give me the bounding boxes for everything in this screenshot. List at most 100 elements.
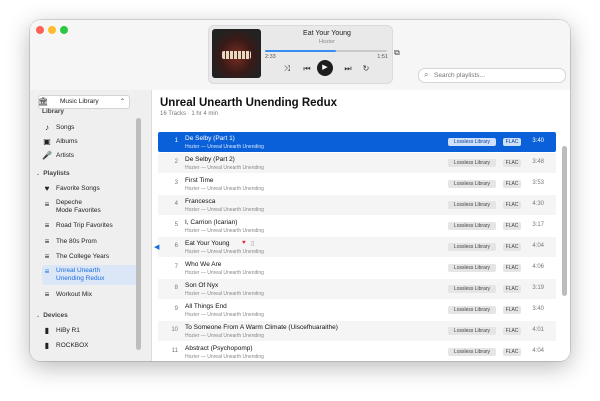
sidebar-item-label: Depeche Mode Favorites <box>56 199 101 214</box>
sidebar-item-college-years[interactable]: ≡ The College Years <box>42 250 138 264</box>
track-artist-album: Hozier — Unreal Unearth Unending <box>185 228 264 234</box>
track-number: 10 <box>171 327 178 333</box>
playlist-view: Unreal Unearth Unending Redux 16 Tracks … <box>152 90 570 361</box>
library-badge: Lossless Library <box>448 285 496 293</box>
search-input[interactable] <box>434 69 559 82</box>
playlists-header[interactable]: ⌄ Playlists <box>36 170 70 177</box>
track-duration: 3:17 <box>532 222 544 228</box>
next-icon[interactable]: ⏭ <box>343 64 353 74</box>
sidebar-item-workout-mix[interactable]: ≡ Workout Mix <box>42 288 138 302</box>
previous-icon[interactable]: ⏮ <box>302 64 312 74</box>
track-title: I, Carrion (Icarian) <box>185 219 238 226</box>
track-artist-album: Hozier — Unreal Unearth Unending <box>185 354 264 360</box>
now-playing-artist: Hozier <box>319 39 335 45</box>
sidebar-item-label: Unreal Unearth Unending Redux <box>56 267 105 282</box>
track-number: 11 <box>171 348 178 354</box>
chevron-down-icon: ⌄ <box>36 171 41 177</box>
library-badge: Lossless Library <box>448 243 496 251</box>
heart-icon: ♥ <box>44 184 50 193</box>
devices-header-label: Devices <box>43 312 68 319</box>
table-row[interactable]: 10 To Someone From A Warm Climate (Uiscef… <box>158 321 556 341</box>
sidebar-item-unreal-unearth[interactable]: ≡ Unreal Unearth Unending Redux <box>42 265 138 285</box>
sidebar-item-road-trip[interactable]: ≡ Road Trip Favorites <box>42 219 138 233</box>
close-button[interactable] <box>36 26 44 34</box>
table-row[interactable]: 4 Francesca Hozier — Unreal Unearth Unendi… <box>158 195 556 215</box>
favorite-heart-icon[interactable]: ♥ <box>242 240 246 246</box>
track-duration: 4:30 <box>532 201 544 207</box>
search-field[interactable]: ⌕ <box>418 68 566 83</box>
library-badge: Lossless Library <box>448 222 496 230</box>
playlists-header-label: Playlists <box>43 170 70 177</box>
track-duration: 3:48 <box>532 159 544 165</box>
table-row[interactable]: 3 First Time Hozier — Unreal Unearth Unend… <box>158 174 556 194</box>
library-selector[interactable]: 🏛 Music Library ⌃ <box>38 95 130 109</box>
track-artist-album: Hozier — Unreal Unearth Unending <box>185 312 264 318</box>
sidebar-item-label: Road Trip Favorites <box>56 222 113 229</box>
track-number: 6 <box>174 243 178 249</box>
toolbar: Eat Your Young Hozier 2:33 1:51 ⤨ ⏮ ▶ ⏭ … <box>30 20 570 90</box>
track-number: 3 <box>174 180 178 186</box>
lyrics-icon: ▯ <box>251 241 255 247</box>
sidebar-item-rockbox[interactable]: ▮ ROCKBOX <box>42 339 138 353</box>
table-row[interactable]: 2 De Selby (Part 2) Hozier — Unreal Uneart… <box>158 153 556 173</box>
table-row[interactable]: 7 Who We Are Hozier — Unreal Unearth Unend… <box>158 258 556 278</box>
track-number: 2 <box>174 159 178 165</box>
sidebar-item-label: Workout Mix <box>56 291 92 298</box>
table-row[interactable]: ◀ 6 Eat Your Young Hozier — Unreal Unearth … <box>154 237 556 257</box>
minimize-button[interactable] <box>48 26 56 34</box>
table-row[interactable]: 8 Son Of Nyx Hozier — Unreal Unearth Unend… <box>158 279 556 299</box>
sidebar-item-80s-prom[interactable]: ≡ The 80s Prom <box>42 235 138 249</box>
chevron-down-icon: ⌄ <box>36 313 41 319</box>
table-row[interactable]: 11 Abstract (Psychopomp) Hozier — Unreal U… <box>158 342 556 361</box>
track-number: 9 <box>174 306 178 312</box>
library-badge: Lossless Library <box>448 327 496 335</box>
album-art <box>212 29 261 78</box>
format-badge: FLAC <box>503 243 521 251</box>
sidebar-item-label: ROCKBOX <box>56 342 89 349</box>
track-title: First Time <box>185 177 214 184</box>
track-title: Eat Your Young <box>185 240 230 247</box>
sidebar-item-songs[interactable]: ♪ Songs <box>42 121 138 135</box>
playlist-icon: ≡ <box>44 200 50 209</box>
track-artist-album: Hozier — Unreal Unearth Unending <box>185 165 264 171</box>
track-list-scrollbar[interactable] <box>562 146 567 296</box>
sidebar-item-albums[interactable]: ▣ Albums <box>42 135 138 149</box>
track-number: 5 <box>174 222 178 228</box>
track-artist-album: Hozier — Unreal Unearth Unending <box>185 144 264 150</box>
track-artist-album: Hozier — Unreal Unearth Unending <box>185 249 264 255</box>
music-app-window: Eat Your Young Hozier 2:33 1:51 ⤨ ⏮ ▶ ⏭ … <box>30 20 570 361</box>
progress-bar[interactable] <box>265 50 387 52</box>
sidebar-item-favorite-songs[interactable]: ♥ Favorite Songs <box>42 182 138 196</box>
format-badge: FLAC <box>503 222 521 230</box>
sidebar-scrollbar[interactable] <box>136 118 141 350</box>
table-row[interactable]: 5 I, Carrion (Icarian) Hozier — Unreal Une… <box>158 216 556 236</box>
table-row[interactable]: 1 De Selby (Part 1) Hozier — Unreal Uneart… <box>158 132 556 152</box>
play-icon[interactable]: ▶ <box>317 60 333 76</box>
track-duration: 4:01 <box>532 327 544 333</box>
format-badge: FLAC <box>503 180 521 188</box>
sidebar-item-depeche-mode[interactable]: ≡ Depeche Mode Favorites <box>42 198 138 216</box>
shuffle-icon[interactable]: ⤨ <box>282 64 292 74</box>
playlist-meta: 16 Tracks · 1 hr 4 min <box>160 111 219 117</box>
playlist-icon: ≡ <box>44 267 50 276</box>
track-title: Francesca <box>185 198 216 205</box>
page-title: Unreal Unearth Unending Redux <box>160 97 337 109</box>
track-title: De Selby (Part 2) <box>185 156 235 163</box>
airplay-icon[interactable]: ⧉ <box>394 48 404 58</box>
sidebar-item-artists[interactable]: 🎤 Artists <box>42 149 138 163</box>
library-selector-label: Music Library <box>60 98 99 105</box>
track-duration: 3:19 <box>532 285 544 291</box>
format-badge: FLAC <box>503 285 521 293</box>
track-number: 4 <box>174 201 178 207</box>
devices-header[interactable]: ⌄ Devices <box>36 312 68 319</box>
sidebar-item-hiby[interactable]: ▮ HiBy R1 <box>42 324 138 338</box>
repeat-icon[interactable]: ↻ <box>361 64 371 74</box>
table-row[interactable]: 9 All Things End Hozier — Unreal Unearth U… <box>158 300 556 320</box>
library-header: Library <box>42 108 65 115</box>
zoom-button[interactable] <box>60 26 68 34</box>
track-title: De Selby (Part 1) <box>185 135 235 142</box>
track-title: All Things End <box>185 303 227 310</box>
format-badge: FLAC <box>503 348 521 356</box>
library-icon: 🏛 <box>38 97 49 106</box>
track-artist-album: Hozier — Unreal Unearth Unending <box>185 333 264 339</box>
